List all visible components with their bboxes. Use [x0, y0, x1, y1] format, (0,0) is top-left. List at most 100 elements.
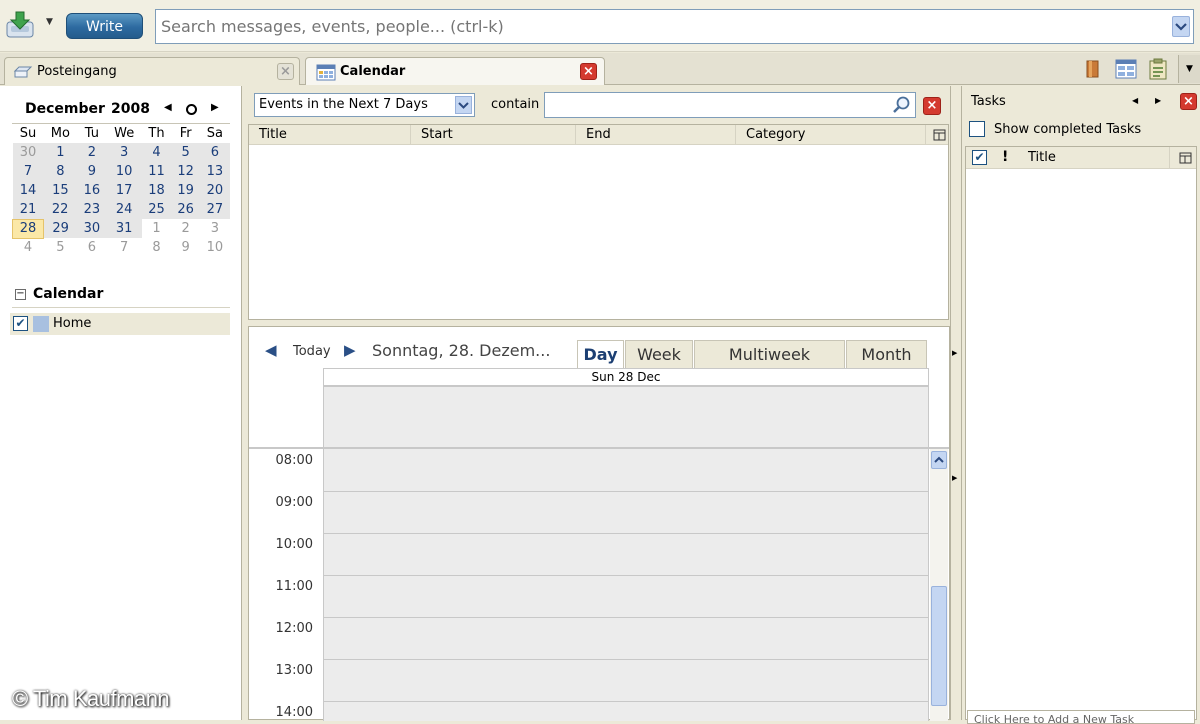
day-cell[interactable]: 14 [12, 181, 44, 200]
splitter-collapse-icon[interactable]: ▶ [952, 349, 957, 357]
day-cell[interactable]: 15 [43, 181, 78, 200]
day-cell[interactable]: 6 [200, 143, 230, 162]
event-search-box[interactable] [544, 92, 916, 118]
show-completed-checkbox[interactable] [969, 121, 985, 137]
day-cell[interactable]: 25 [141, 200, 172, 219]
scrollbar-thumb[interactable] [931, 586, 947, 706]
day-cell[interactable]: 7 [12, 162, 44, 181]
today-button[interactable]: Today [293, 344, 331, 359]
column-header-start[interactable]: Start [411, 125, 576, 145]
day-cell[interactable]: 17 [106, 181, 142, 200]
tab-close-icon[interactable]: × [580, 63, 597, 80]
day-cell[interactable]: 9 [171, 238, 200, 257]
day-cell[interactable]: 3 [200, 219, 229, 238]
day-cell[interactable]: 1 [43, 143, 78, 162]
day-cell[interactable]: 1 [142, 219, 171, 238]
today-circle-icon[interactable] [185, 103, 198, 116]
search-magnifier-icon[interactable] [891, 95, 911, 115]
view-tab-day[interactable]: Day [577, 340, 624, 368]
day-cell[interactable]: 2 [77, 143, 107, 162]
day-cell[interactable]: 26 [171, 200, 201, 219]
column-header-category[interactable]: Category [736, 125, 926, 145]
toolbar-overflow-dropdown[interactable]: ▼ [1178, 55, 1200, 83]
show-completed-label[interactable]: Show completed Tasks [994, 122, 1141, 137]
day-cell[interactable]: 5 [171, 143, 201, 162]
day-cell[interactable]: 27 [200, 200, 230, 219]
day-cell[interactable]: 22 [43, 200, 78, 219]
day-cell[interactable]: 13 [200, 162, 230, 181]
day-cell[interactable]: 20 [200, 181, 230, 200]
mini-month-month[interactable]: December [25, 101, 105, 117]
all-day-events-area[interactable] [323, 386, 929, 448]
priority-column-icon[interactable]: ! [1002, 149, 1008, 165]
day-cell[interactable]: 2 [171, 219, 200, 238]
previous-month-icon[interactable]: ◀ [164, 102, 172, 113]
day-cell[interactable]: 8 [43, 162, 78, 181]
global-search-box[interactable] [155, 9, 1194, 44]
column-header-end[interactable]: End [576, 125, 736, 145]
column-picker-icon[interactable] [1179, 152, 1192, 164]
day-cell[interactable]: 31 [106, 219, 142, 238]
close-tasks-icon[interactable]: × [1180, 93, 1197, 110]
day-cell-today[interactable]: 28 [12, 218, 44, 239]
day-cell[interactable]: 5 [43, 238, 77, 257]
calendar-list-header[interactable]: − Calendar [12, 284, 230, 308]
view-tab-week[interactable]: Week [625, 340, 693, 368]
new-task-input[interactable]: Click Here to Add a New Task [967, 710, 1195, 724]
day-cell[interactable]: 16 [77, 181, 107, 200]
tasks-clipboard-icon[interactable] [1148, 58, 1168, 80]
tab-calendar[interactable]: Calendar × [305, 57, 605, 85]
event-filter-select[interactable]: Events in the Next 7 Days [254, 93, 475, 117]
day-cell[interactable]: 3 [106, 143, 142, 162]
day-cell[interactable]: 11 [141, 162, 172, 181]
day-cell[interactable]: 10 [200, 238, 229, 257]
column-header-title[interactable]: Title [249, 125, 411, 145]
address-book-icon[interactable] [1084, 59, 1102, 79]
splitter-expand-icon[interactable]: ▶ [952, 474, 957, 482]
day-cell[interactable]: 23 [77, 200, 107, 219]
day-cell[interactable]: 29 [43, 219, 78, 238]
completed-column-icon[interactable]: ✔ [972, 150, 987, 165]
event-search-input[interactable] [545, 93, 885, 117]
day-cell[interactable]: 7 [106, 238, 141, 257]
previous-day-icon[interactable]: ◀ [265, 341, 277, 359]
tab-close-icon[interactable]: × [277, 63, 294, 80]
chevron-down-icon[interactable] [455, 96, 472, 114]
column-picker-icon[interactable] [933, 129, 946, 141]
day-view-scrollbar[interactable] [930, 449, 948, 721]
day-cell[interactable]: 6 [77, 238, 106, 257]
scroll-up-icon[interactable] [931, 451, 947, 469]
day-cell[interactable]: 21 [12, 200, 44, 219]
next-day-icon[interactable]: ▶ [344, 341, 356, 359]
calendar-item-home[interactable]: ✔ Home [10, 313, 230, 335]
calendar-view-icon[interactable] [1115, 59, 1137, 79]
day-cell[interactable]: 12 [171, 162, 201, 181]
day-cell[interactable]: 30 [77, 219, 107, 238]
get-mail-button[interactable] [4, 10, 36, 40]
view-tab-multiweek[interactable]: Multiweek [694, 340, 845, 368]
day-cell[interactable]: 9 [77, 162, 107, 181]
write-button[interactable]: Write [66, 13, 143, 39]
search-dropdown-button[interactable] [1172, 16, 1190, 37]
day-cell[interactable]: 8 [142, 238, 171, 257]
tasks-next-icon[interactable]: ▶ [1155, 96, 1161, 105]
day-cell[interactable]: 4 [141, 143, 172, 162]
day-cell[interactable]: 10 [106, 162, 142, 181]
tasks-previous-icon[interactable]: ◀ [1132, 96, 1138, 105]
collapse-icon[interactable]: − [15, 289, 26, 300]
day-cell[interactable]: 18 [141, 181, 172, 200]
calendar-visible-checkbox[interactable]: ✔ [13, 316, 28, 331]
global-search-input[interactable] [156, 10, 1156, 43]
next-month-icon[interactable]: ▶ [211, 102, 219, 113]
column-header-title[interactable]: Title [1028, 150, 1056, 165]
day-cell[interactable]: 19 [171, 181, 201, 200]
mini-month-year[interactable]: 2008 [111, 101, 150, 117]
day-cell[interactable]: 24 [106, 200, 142, 219]
view-tab-month[interactable]: Month [846, 340, 927, 368]
day-time-grid[interactable] [323, 449, 929, 721]
pane-splitter[interactable]: ▶ ▶ [950, 86, 962, 720]
day-cell[interactable]: 30 [12, 143, 44, 162]
close-filter-icon[interactable]: × [923, 97, 941, 115]
tab-posteingang[interactable]: Posteingang × [4, 57, 300, 85]
get-mail-dropdown-icon[interactable]: ▼ [46, 17, 53, 27]
